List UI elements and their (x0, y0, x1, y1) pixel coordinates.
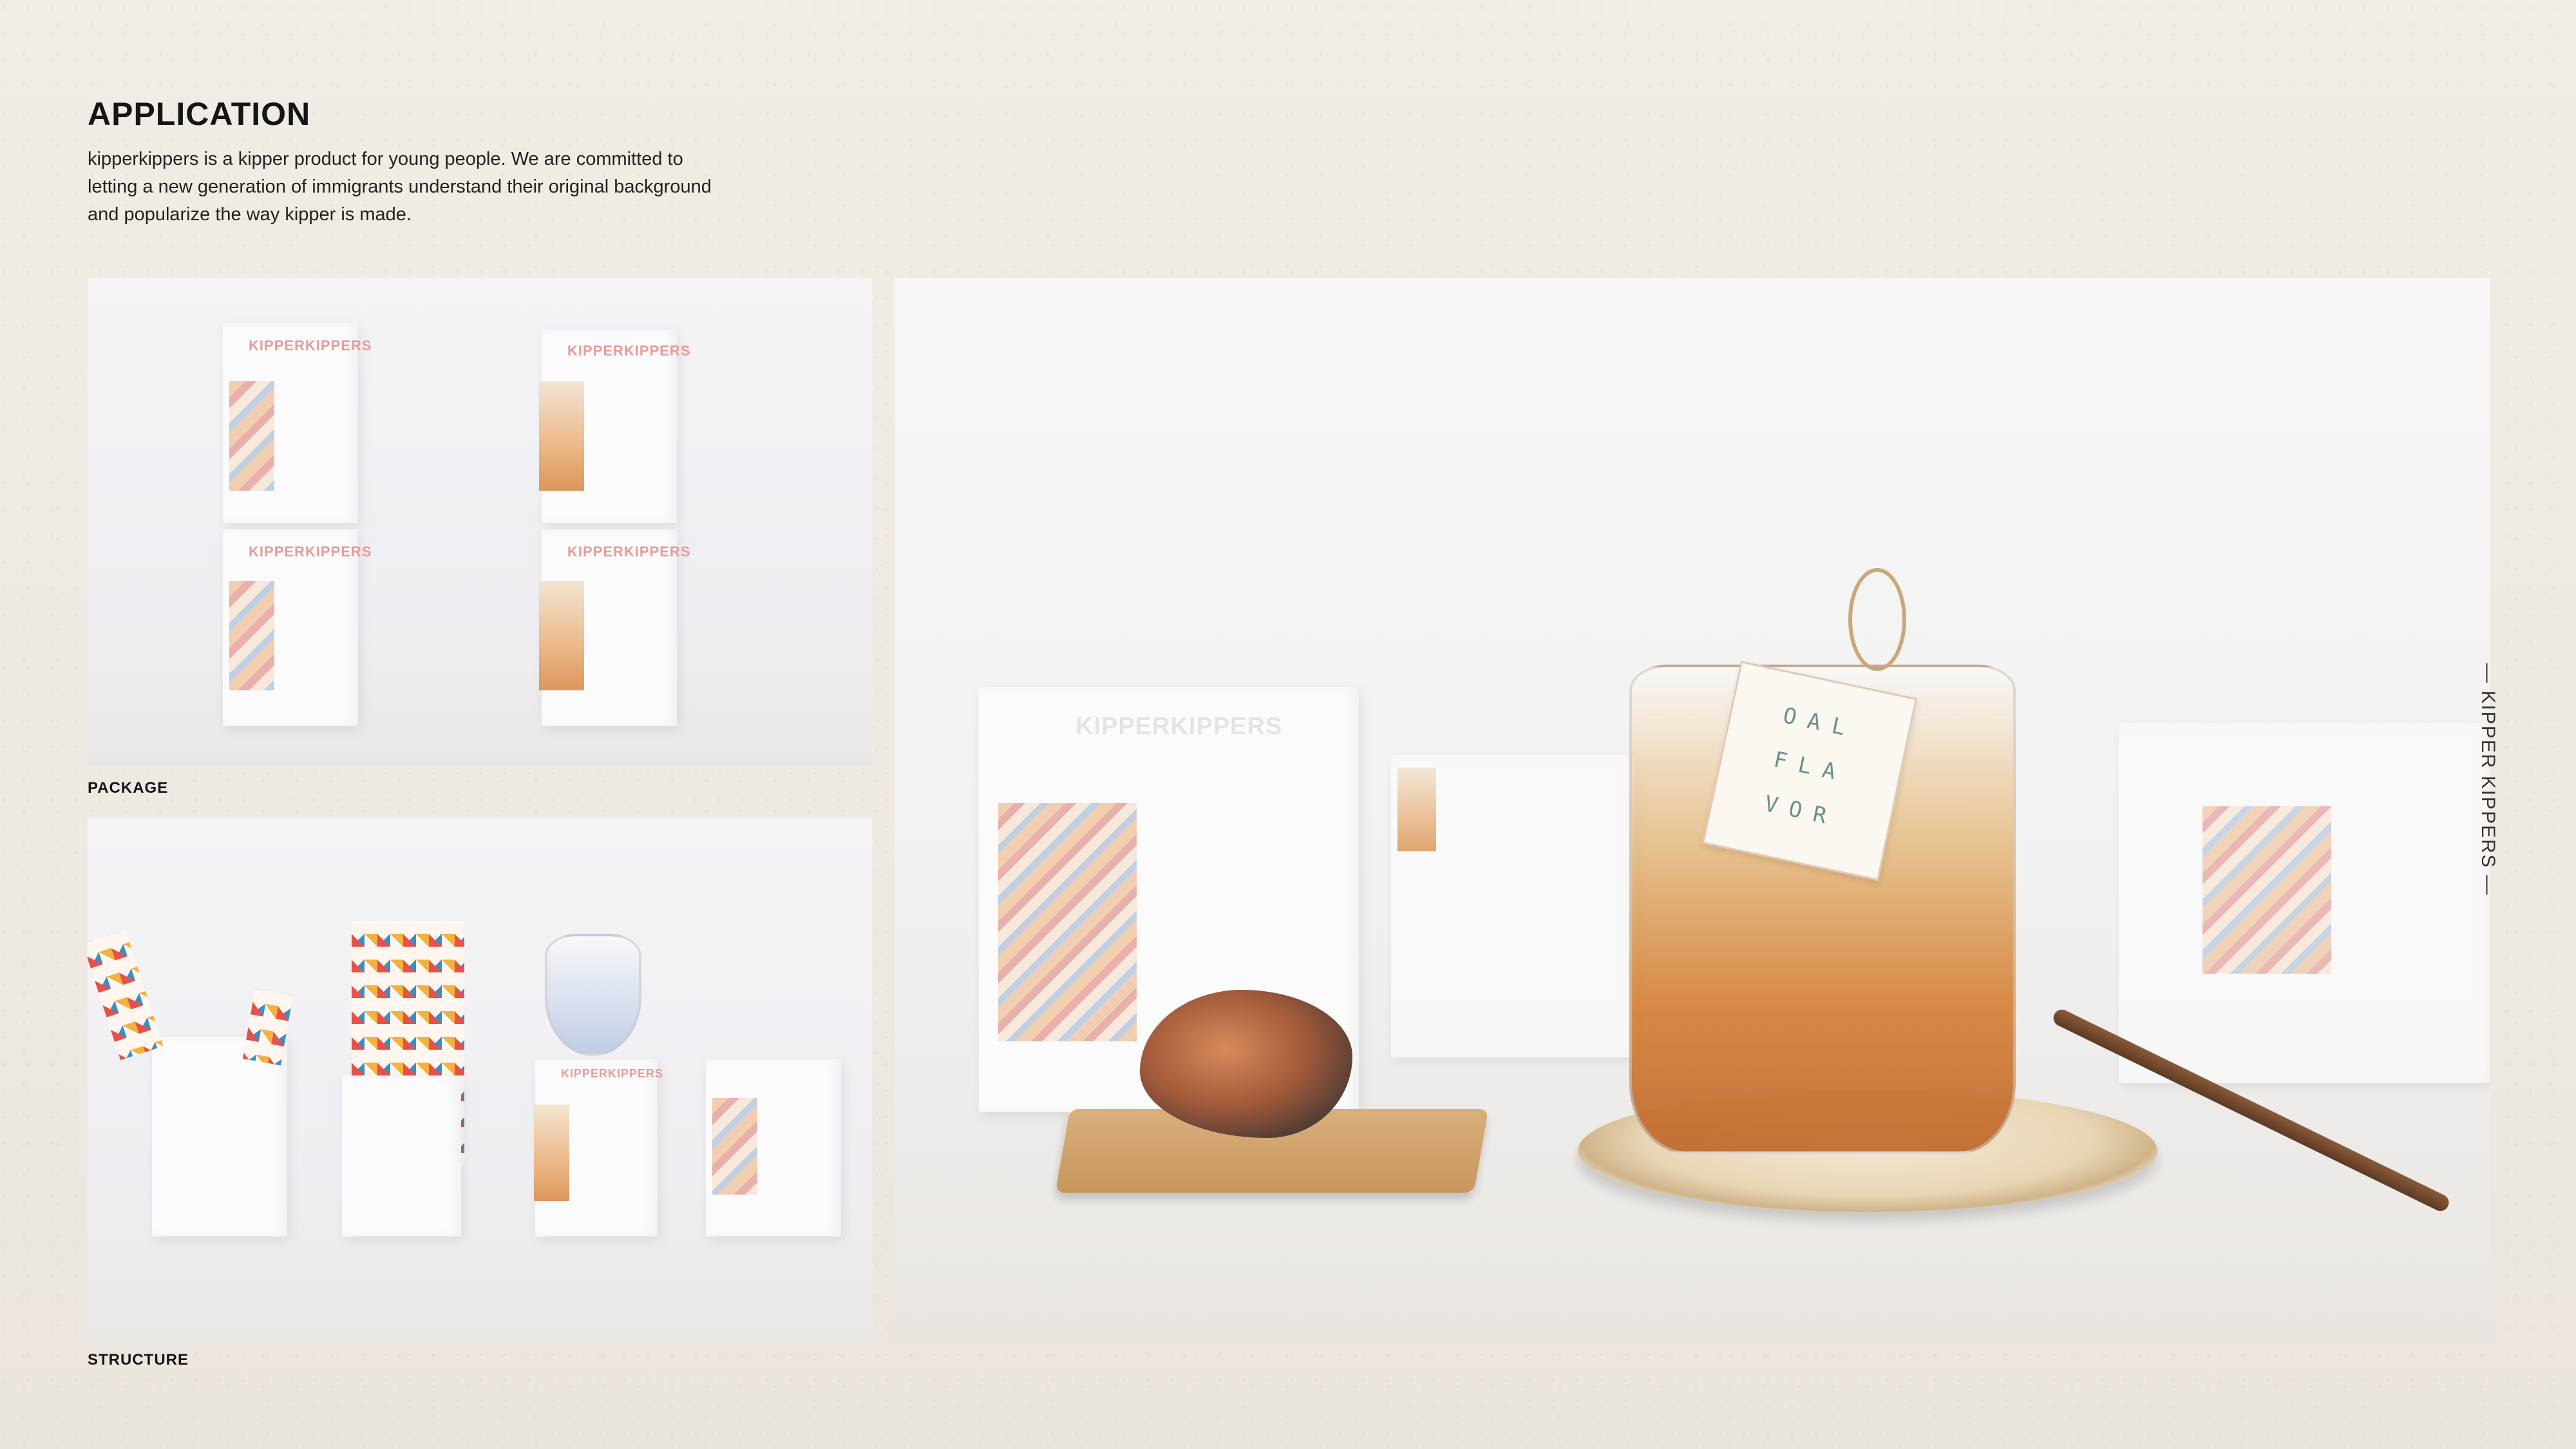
structure-box (342, 1075, 461, 1236)
box-window (534, 1104, 569, 1201)
page-title: APPLICATION (88, 96, 311, 132)
box-window (712, 1098, 757, 1195)
box-window (2202, 806, 2331, 974)
kipper-fish (1140, 990, 1352, 1138)
twine-loop (1848, 568, 1906, 671)
box-window (998, 803, 1137, 1041)
box-window (539, 581, 584, 690)
package-box (1391, 755, 1636, 1057)
box-logo: KIPPERKIPPERS (567, 544, 691, 560)
box-logo: KIPPERKIPPERS (249, 544, 372, 560)
box-window (229, 581, 274, 690)
structure-box: KIPPERKIPPERS (534, 1059, 663, 1236)
package-box: KIPPERKIPPERS (539, 330, 690, 523)
box-window (539, 381, 584, 491)
pattern-sleeve (88, 929, 164, 1061)
box-window (1397, 768, 1436, 851)
box-window (229, 381, 274, 491)
package-box: KIPPERKIPPERS (539, 529, 690, 726)
structure-box (706, 1059, 841, 1236)
package-box (2119, 723, 2490, 1083)
box-logo: KIPPERKIPPERS (1075, 713, 1283, 740)
side-label: — KIPPER KIPPERS — (2477, 663, 2499, 896)
box-logo: KIPPERKIPPERS (249, 337, 372, 354)
hero-photo: KIPPERKIPPERS OAL FLA VOR (895, 278, 2490, 1341)
package-photo: KIPPERKIPPERS KIPPERKIPPERS KIPPERKIPPER… (88, 278, 872, 766)
jar (545, 934, 641, 1056)
caption-package: PACKAGE (88, 779, 169, 797)
box-logo: KIPPERKIPPERS (567, 343, 691, 359)
structure-photo: KIPPERKIPPERS (88, 818, 872, 1341)
package-box: KIPPERKIPPERS (223, 323, 372, 523)
package-box: KIPPERKIPPERS (223, 529, 372, 726)
open-box (152, 1037, 287, 1236)
caption-structure: STRUCTURE (88, 1351, 189, 1368)
page-description: kipperkippers is a kipper product for yo… (88, 149, 712, 225)
box-logo: KIPPERKIPPERS (561, 1067, 664, 1080)
flavor-tag: OAL FLA VOR (1701, 661, 1918, 881)
